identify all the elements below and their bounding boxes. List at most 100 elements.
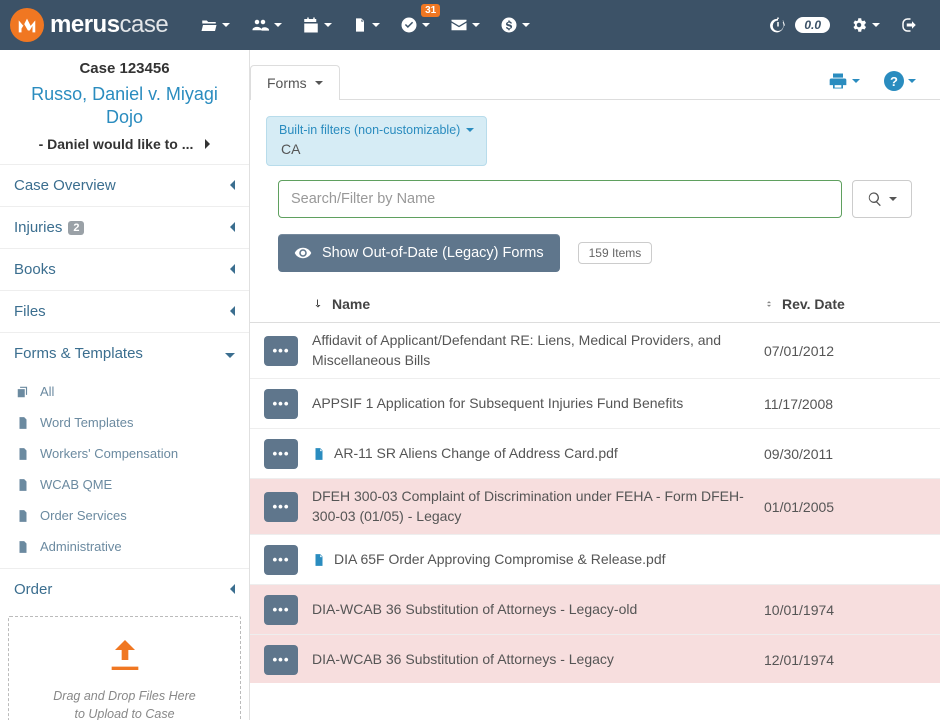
help-dropdown[interactable]: ?	[876, 63, 924, 99]
row-rev-date: 11/17/2008	[764, 396, 924, 412]
row-actions-button[interactable]: •••	[264, 645, 298, 675]
injuries-count-badge: 2	[68, 221, 84, 235]
caret-down-icon	[466, 128, 474, 132]
search-input[interactable]	[278, 180, 842, 218]
subnav-all[interactable]: All	[0, 376, 249, 407]
nav-logout[interactable]	[890, 0, 928, 50]
tab-forms[interactable]: Forms	[250, 65, 340, 100]
nav-people-dropdown[interactable]	[240, 0, 292, 50]
filter-chip-value: CA	[279, 141, 474, 157]
row-rev-date: 12/01/1974	[764, 652, 924, 668]
subnav-order-services[interactable]: Order Services	[0, 500, 249, 531]
dropzone-text: Drag and Drop Files Here to Upload to Ca…	[17, 688, 232, 720]
file-icon	[16, 447, 30, 461]
chevron-right-icon	[205, 136, 210, 152]
subnav-workers-comp[interactable]: Workers' Compensation	[0, 438, 249, 469]
main-panel: Forms ? Built-in filters (non-customizab…	[250, 50, 940, 720]
top-nav-right: 0.0	[759, 0, 928, 50]
sort-asc-icon	[312, 297, 324, 311]
filter-chip-label: Built-in filters (non-customizable)	[279, 123, 460, 137]
row-name[interactable]: DIA-WCAB 36 Substitution of Attorneys - …	[312, 650, 764, 670]
table-row: ••• AR-11 SR Aliens Change of Address Car…	[250, 429, 940, 479]
sidebar-item-books[interactable]: Books	[0, 249, 249, 290]
nav-folder-dropdown[interactable]	[190, 0, 240, 50]
row-actions-button[interactable]: •••	[264, 595, 298, 625]
column-header-name[interactable]: Name	[312, 296, 764, 312]
caret-down-icon	[908, 79, 916, 83]
sidebar-item-files[interactable]: Files	[0, 291, 249, 332]
forms-subnav: All Word Templates Workers' Compensation…	[0, 374, 249, 568]
builtin-filter-chip[interactable]: Built-in filters (non-customizable) CA	[266, 116, 487, 166]
nav-settings-dropdown[interactable]	[840, 0, 890, 50]
nav-mail-dropdown[interactable]	[440, 0, 490, 50]
column-header-rev-date[interactable]: Rev. Date	[764, 296, 924, 312]
file-dropzone[interactable]: Drag and Drop Files Here to Upload to Ca…	[8, 616, 241, 720]
eye-icon	[294, 244, 312, 262]
row-name[interactable]: DIA 65F Order Approving Compromise & Rel…	[312, 550, 764, 570]
nav-document-dropdown[interactable]	[342, 0, 390, 50]
caret-down-icon	[274, 23, 282, 27]
table-row: ••• DIA-WCAB 36 Substitution of Attorneys…	[250, 585, 940, 635]
caret-down-icon	[872, 23, 880, 27]
search-icon	[867, 191, 883, 207]
sidebar-item-injuries[interactable]: Injuries 2	[0, 207, 249, 248]
row-rev-date: 09/30/2011	[764, 446, 924, 462]
item-count-chip: 159 Items	[578, 242, 653, 264]
file-icon	[16, 540, 30, 554]
chevron-left-icon	[230, 261, 235, 278]
forms-table: Name Rev. Date ••• Affidavit of Applicant…	[250, 286, 940, 683]
row-name[interactable]: Affidavit of Applicant/Defendant RE: Lie…	[312, 331, 764, 370]
top-nav-left: 31	[190, 0, 540, 50]
sort-icon	[764, 297, 774, 311]
subnav-administrative[interactable]: Administrative	[0, 531, 249, 562]
case-title-link[interactable]: Russo, Daniel v. Miyagi Dojo	[14, 83, 235, 128]
print-dropdown[interactable]	[820, 63, 868, 99]
tasks-badge: 31	[421, 4, 440, 17]
nav-tasks-dropdown[interactable]: 31	[390, 0, 440, 50]
show-legacy-forms-button[interactable]: Show Out-of-Date (Legacy) Forms	[278, 234, 560, 272]
row-name[interactable]: APPSIF 1 Application for Subsequent Inju…	[312, 394, 764, 414]
upload-icon	[102, 635, 148, 675]
sidebar-item-forms-templates[interactable]: Forms & Templates	[0, 333, 249, 374]
row-name[interactable]: DFEH 300-03 Complaint of Discrimination …	[312, 487, 764, 526]
file-icon	[16, 416, 30, 430]
logo-text: meruscase	[50, 11, 168, 39]
file-icon	[16, 509, 30, 523]
sidebar-item-order[interactable]: Order	[0, 569, 249, 610]
people-icon	[250, 16, 270, 34]
row-actions-button[interactable]: •••	[264, 389, 298, 419]
row-actions-button[interactable]: •••	[264, 545, 298, 575]
document-icon	[352, 16, 368, 34]
subnav-label: Workers' Compensation	[40, 446, 178, 461]
caret-down-icon	[372, 23, 380, 27]
nav-timer[interactable]: 0.0	[759, 0, 840, 50]
check-circle-icon	[400, 16, 418, 34]
chevron-left-icon	[230, 177, 235, 194]
subnav-word-templates[interactable]: Word Templates	[0, 407, 249, 438]
calendar-icon	[302, 16, 320, 34]
top-navbar: meruscase 31	[0, 0, 940, 50]
logo-mark-icon	[10, 8, 44, 42]
case-note-toggle[interactable]: - Daniel would like to ...	[14, 136, 235, 152]
nav-calendar-dropdown[interactable]	[292, 0, 342, 50]
sidebar-item-label: Order	[14, 581, 52, 598]
row-name[interactable]: AR-11 SR Aliens Change of Address Card.p…	[312, 444, 764, 464]
sidebar-item-label: Books	[14, 261, 56, 278]
nav-billing-dropdown[interactable]	[490, 0, 540, 50]
sidebar-item-case-overview[interactable]: Case Overview	[0, 165, 249, 206]
chevron-left-icon	[230, 219, 235, 236]
row-actions-button[interactable]: •••	[264, 439, 298, 469]
sidebar-item-label: Files	[14, 303, 46, 320]
row-actions-button[interactable]: •••	[264, 492, 298, 522]
row-name[interactable]: DIA-WCAB 36 Substitution of Attorneys - …	[312, 600, 764, 620]
caret-down-icon	[315, 81, 323, 85]
app-logo[interactable]: meruscase	[0, 0, 178, 50]
chevron-left-icon	[230, 303, 235, 320]
file-icon	[16, 478, 30, 492]
case-note-text: - Daniel would like to ...	[39, 136, 194, 152]
row-actions-button[interactable]: •••	[264, 336, 298, 366]
search-options-button[interactable]	[852, 180, 912, 218]
subnav-wcab-qme[interactable]: WCAB QME	[0, 469, 249, 500]
table-row: ••• APPSIF 1 Application for Subsequent I…	[250, 379, 940, 429]
caret-down-icon	[889, 197, 897, 201]
